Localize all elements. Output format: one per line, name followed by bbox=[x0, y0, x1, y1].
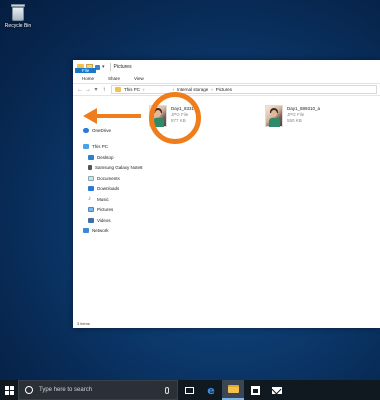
nav-item-network[interactable]: Network bbox=[73, 226, 149, 237]
nav-item-desktop[interactable]: Desktop bbox=[73, 152, 149, 163]
folder-icon bbox=[115, 87, 121, 92]
nav-label: OneDrive bbox=[92, 127, 112, 133]
chevron-right-icon: › bbox=[211, 87, 213, 92]
image-thumbnail bbox=[265, 105, 283, 127]
documents-icon bbox=[88, 175, 94, 181]
cortana-icon bbox=[25, 386, 33, 394]
nav-item-device[interactable]: Samsung Galaxy Note8 bbox=[73, 163, 149, 174]
nav-label: Videos bbox=[97, 217, 111, 223]
search-input[interactable]: Type here to search bbox=[39, 387, 165, 393]
status-bar: 3 items bbox=[73, 318, 380, 328]
nav-label: Downloads bbox=[97, 186, 120, 192]
task-view-button[interactable] bbox=[178, 380, 200, 400]
nav-item-documents[interactable]: Documents bbox=[73, 173, 149, 184]
nav-label: Samsung Galaxy Note8 bbox=[95, 165, 143, 171]
phone-icon bbox=[88, 165, 92, 171]
nav-label: Desktop bbox=[97, 154, 114, 160]
mail-button[interactable] bbox=[266, 380, 288, 400]
file-explorer-button[interactable] bbox=[222, 380, 244, 400]
store-icon bbox=[250, 385, 260, 395]
computer-icon bbox=[83, 144, 89, 150]
file-item[interactable]: Day1_889310_a JPG File 550 KB bbox=[265, 105, 320, 127]
desktop-icon bbox=[88, 154, 94, 160]
title-bar: ▾ Pictures bbox=[73, 60, 380, 74]
task-view-icon bbox=[184, 386, 194, 394]
taskbar: Type here to search e bbox=[0, 380, 380, 400]
nav-label: Network bbox=[92, 228, 109, 234]
recycle-bin-label: Recycle Bin bbox=[4, 23, 32, 29]
window-title: Pictures bbox=[113, 64, 132, 70]
recent-locations-icon[interactable]: ▾ bbox=[92, 86, 100, 93]
annotation-arrow-icon bbox=[83, 108, 141, 124]
folder-icon bbox=[227, 385, 239, 393]
content-area: OneDrive This PC Desktop Samsung Galaxy … bbox=[73, 97, 380, 318]
navigation-pane: OneDrive This PC Desktop Samsung Galaxy … bbox=[73, 97, 149, 318]
breadcrumb[interactable]: This PC › › Internal storage › Pictures bbox=[111, 85, 377, 94]
nav-item-downloads[interactable]: Downloads bbox=[73, 184, 149, 195]
nav-item-this-pc[interactable]: This PC bbox=[73, 142, 149, 153]
nav-item-videos[interactable]: Videos bbox=[73, 215, 149, 226]
nav-item-music[interactable]: ♪ Music bbox=[73, 194, 149, 205]
tab-share[interactable]: Share bbox=[101, 74, 127, 83]
edge-icon: e bbox=[207, 383, 215, 397]
ribbon-tabs: File Home Share View bbox=[73, 68, 380, 84]
videos-icon bbox=[88, 217, 94, 223]
nav-label: Documents bbox=[97, 175, 120, 181]
nav-label: This PC bbox=[92, 144, 109, 150]
file-explorer-window: ▾ Pictures File Home Share View ← → ▾ ↑ … bbox=[73, 60, 380, 328]
file-size: 550 KB bbox=[287, 118, 302, 123]
pictures-icon bbox=[88, 207, 94, 213]
download-icon bbox=[88, 186, 94, 192]
recycle-bin-icon bbox=[10, 3, 26, 21]
breadcrumb-pictures[interactable]: Pictures bbox=[216, 87, 232, 92]
tab-view[interactable]: View bbox=[127, 74, 151, 83]
nav-item-onedrive[interactable]: OneDrive bbox=[73, 125, 149, 136]
chevron-right-icon: › bbox=[143, 87, 145, 92]
tab-file[interactable]: File bbox=[75, 68, 97, 73]
forward-arrow-icon[interactable]: → bbox=[84, 87, 92, 93]
music-icon: ♪ bbox=[88, 195, 91, 202]
edge-button[interactable]: e bbox=[200, 380, 222, 400]
item-count: 3 items bbox=[77, 320, 90, 326]
annotation-circle bbox=[149, 92, 201, 144]
back-arrow-icon[interactable]: ← bbox=[76, 87, 84, 93]
breadcrumb-internal-storage[interactable]: Internal storage bbox=[177, 87, 208, 92]
nav-label: Music bbox=[97, 196, 109, 202]
breadcrumb-this-pc[interactable]: This PC bbox=[124, 87, 140, 92]
quick-access-dropdown-icon[interactable]: ▾ bbox=[102, 64, 105, 70]
up-arrow-icon[interactable]: ↑ bbox=[100, 87, 108, 93]
network-icon bbox=[83, 228, 89, 234]
recycle-bin-desktop-icon[interactable]: Recycle Bin bbox=[3, 3, 33, 29]
start-button[interactable] bbox=[0, 380, 18, 400]
microphone-icon[interactable] bbox=[165, 386, 169, 394]
mail-icon bbox=[272, 386, 282, 394]
search-box[interactable]: Type here to search bbox=[18, 380, 178, 400]
title-separator bbox=[109, 63, 111, 71]
nav-item-pictures[interactable]: Pictures bbox=[73, 205, 149, 216]
nav-label: Pictures bbox=[97, 207, 114, 213]
cloud-icon bbox=[83, 127, 89, 133]
tab-home[interactable]: Home bbox=[75, 74, 101, 83]
address-bar: ← → ▾ ↑ This PC › › Internal storage › P… bbox=[73, 84, 380, 96]
windows-logo-icon bbox=[4, 385, 14, 395]
store-button[interactable] bbox=[244, 380, 266, 400]
